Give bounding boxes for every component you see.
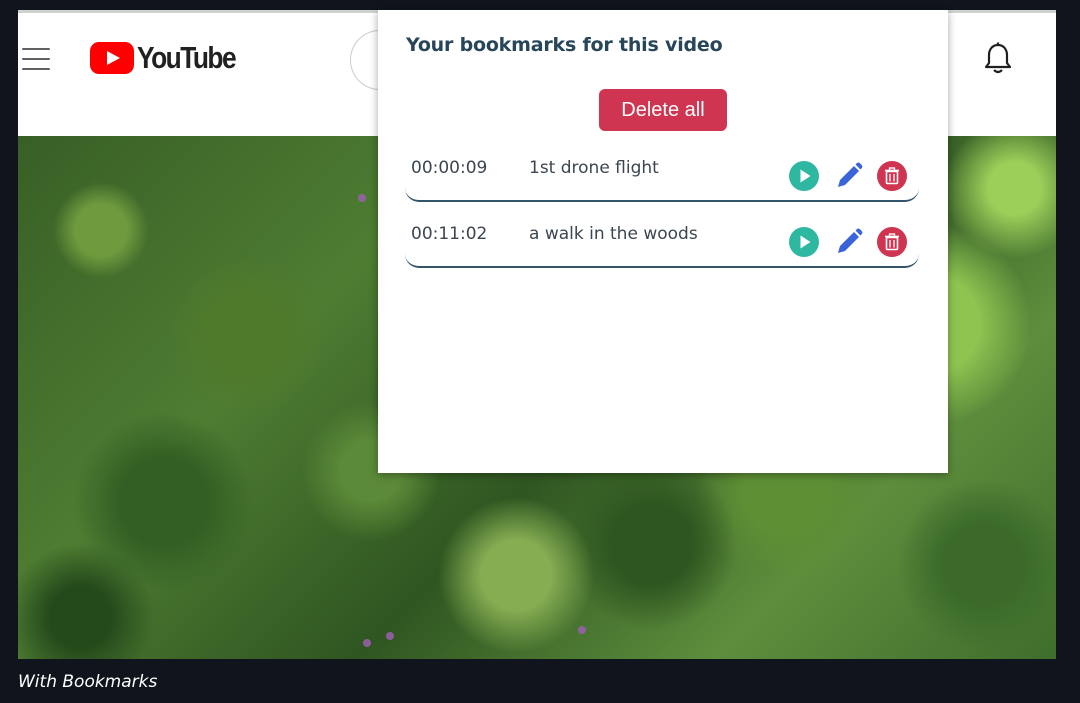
hamburger-menu-icon[interactable] bbox=[22, 48, 50, 70]
popup-title: Your bookmarks for this video bbox=[406, 34, 723, 56]
bookmark-title: a walk in the woods bbox=[529, 224, 698, 244]
bell-icon[interactable] bbox=[983, 42, 1013, 76]
bookmark-row: 00:00:09 1st drone flight bbox=[405, 142, 919, 202]
play-icon[interactable] bbox=[788, 226, 822, 260]
trash-icon[interactable] bbox=[876, 226, 910, 260]
youtube-logo-text: YouTube bbox=[137, 40, 237, 75]
youtube-logo[interactable]: YouTube bbox=[90, 40, 252, 75]
trash-icon[interactable] bbox=[876, 160, 910, 194]
delete-all-button[interactable]: Delete all bbox=[599, 89, 727, 131]
purple-flower bbox=[386, 632, 394, 640]
play-icon[interactable] bbox=[788, 160, 822, 194]
bookmark-time: 00:11:02 bbox=[411, 224, 488, 244]
bookmark-title: 1st drone flight bbox=[529, 158, 659, 178]
edit-pencil-icon[interactable] bbox=[833, 160, 867, 194]
purple-flower bbox=[363, 639, 371, 647]
purple-flower bbox=[578, 626, 586, 634]
edit-pencil-icon[interactable] bbox=[833, 226, 867, 260]
figure-caption: With Bookmarks bbox=[18, 672, 158, 692]
bookmarks-popup: Your bookmarks for this video Delete all… bbox=[378, 10, 948, 473]
purple-flower bbox=[358, 194, 366, 202]
bookmark-time: 00:00:09 bbox=[411, 158, 488, 178]
bookmark-row: 00:11:02 a walk in the woods bbox=[405, 208, 919, 268]
youtube-play-icon bbox=[90, 42, 134, 74]
